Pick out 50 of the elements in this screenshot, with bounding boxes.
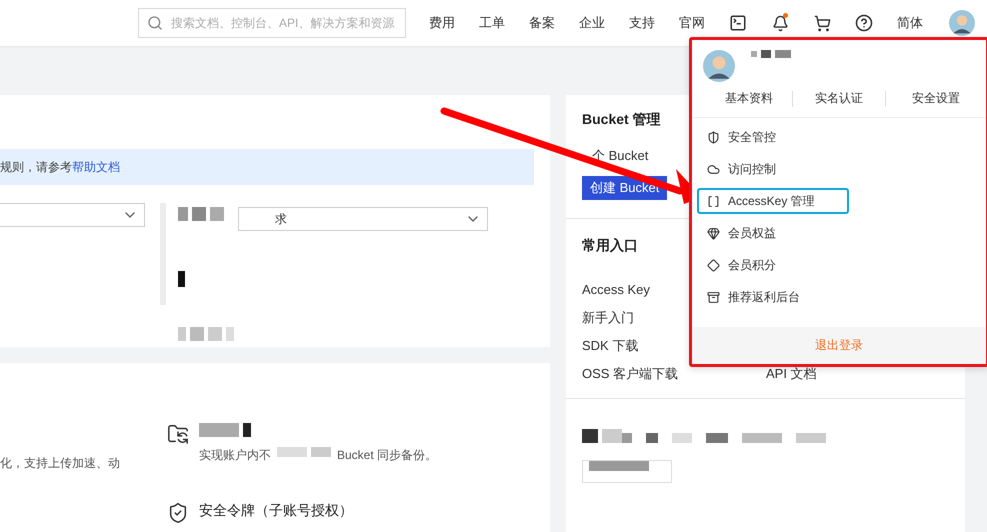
- card-title: Bucket 管理: [582, 111, 661, 129]
- feature-description: Bucket 同步备份。: [337, 447, 438, 464]
- diamond-icon: [707, 258, 720, 272]
- menu-item[interactable]: 推荐返利后台: [697, 284, 849, 310]
- help-link[interactable]: 帮助文档: [72, 158, 120, 176]
- avatar-icon[interactable]: [703, 50, 735, 82]
- cloud-icon: [707, 162, 720, 176]
- menu-item[interactable]: 安全管控: [697, 124, 849, 150]
- mosaic-block: [751, 50, 791, 58]
- feature-title: 安全令牌（子账号授权）: [199, 502, 353, 520]
- menu-item[interactable]: 会员权益: [697, 220, 849, 246]
- account-tab[interactable]: 安全设置: [886, 90, 986, 107]
- mosaic-block: [178, 327, 234, 341]
- folder-icon: [167, 423, 189, 445]
- account-tab[interactable]: 实名认证: [793, 90, 885, 107]
- option-select[interactable]: 求: [238, 207, 488, 231]
- shortcut-link[interactable]: API 文档: [766, 365, 949, 382]
- feature-description: 实现账户内不: [199, 447, 271, 464]
- menu-item[interactable]: 会员积分: [697, 252, 849, 278]
- shield-check-icon: [167, 502, 189, 524]
- nav-link[interactable]: 备案: [517, 14, 567, 32]
- mosaic-block: [178, 271, 185, 287]
- search-icon: [147, 15, 163, 31]
- settings-button[interactable]: [582, 460, 672, 483]
- feature-text: 化，支持上传加速、动: [0, 455, 121, 472]
- terminal-icon[interactable]: [729, 14, 747, 32]
- mosaic-block: [178, 207, 224, 221]
- mosaic-block: [199, 423, 251, 437]
- gem-icon: [707, 226, 720, 240]
- avatar-icon[interactable]: [949, 10, 975, 36]
- language-link[interactable]: 简体: [885, 14, 935, 32]
- search-field[interactable]: 搜索文档、控制台、API、解决方案和资源: [138, 8, 406, 38]
- nav-link[interactable]: 工单: [467, 14, 517, 32]
- shield-icon: [707, 130, 720, 144]
- select-value: 求: [275, 210, 287, 228]
- nav-link[interactable]: 费用: [417, 14, 467, 32]
- nav-link[interactable]: 支持: [617, 14, 667, 32]
- mosaic-block: [277, 447, 331, 457]
- nav-link[interactable]: 企业: [567, 14, 617, 32]
- notification-icon[interactable]: [772, 14, 788, 32]
- menu-item[interactable]: AccessKey 管理: [697, 188, 849, 214]
- shortcut-link[interactable]: OSS 客户端下载: [582, 365, 766, 382]
- card-title: 常用入口: [582, 237, 638, 255]
- notice-text: 规则，请参考: [0, 158, 72, 176]
- cart-icon[interactable]: [814, 14, 830, 32]
- menu-item[interactable]: 访问控制: [697, 156, 849, 182]
- box-icon: [707, 290, 720, 304]
- account-tab[interactable]: 基本资料: [706, 90, 792, 107]
- help-icon[interactable]: [855, 14, 873, 32]
- nav-link[interactable]: 官网: [667, 14, 717, 32]
